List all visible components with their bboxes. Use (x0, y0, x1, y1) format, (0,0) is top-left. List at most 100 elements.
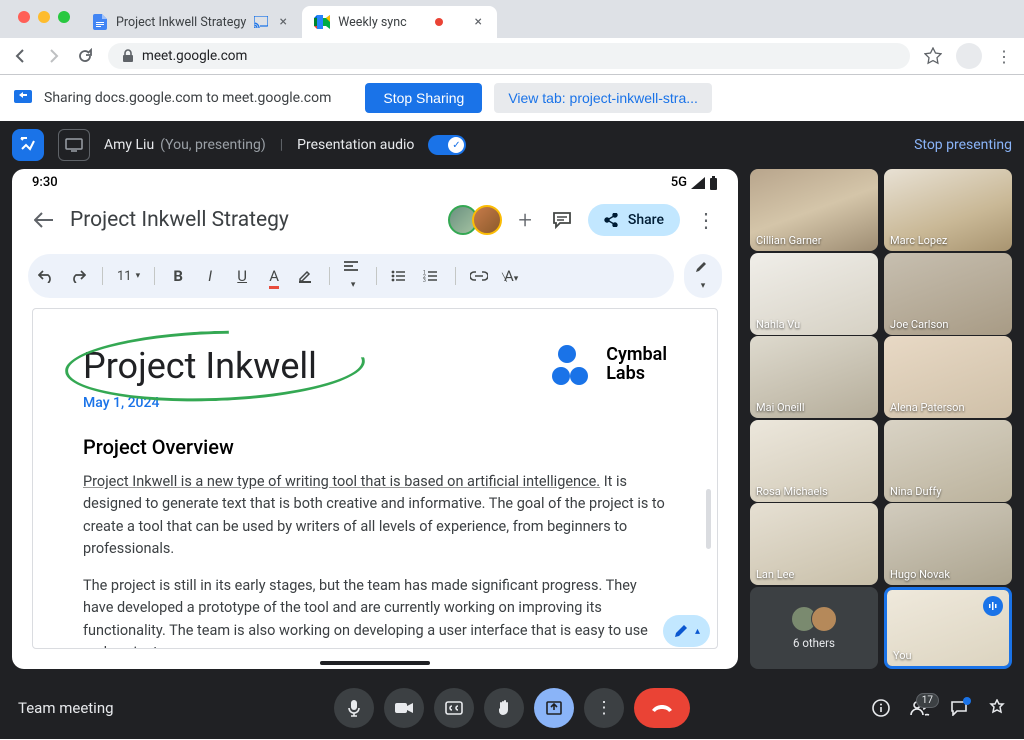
font-size-select[interactable]: 11▾ (117, 269, 140, 284)
forward-button[interactable] (44, 47, 62, 65)
recording-indicator (435, 18, 443, 26)
participant-tile[interactable]: Rosa Michaels (750, 420, 878, 502)
tab-strip: Project Inkwell Strategy × Weekly sync × (0, 0, 1024, 38)
people-button[interactable]: 17 (910, 700, 930, 716)
leave-call-button[interactable] (634, 688, 690, 728)
brand-mark (552, 345, 596, 385)
more-icon[interactable]: ⋮ (692, 204, 720, 236)
presenting-bar: Amy Liu (You, presenting) | Presentation… (0, 121, 1024, 169)
activities-button[interactable] (988, 699, 1006, 717)
add-icon[interactable]: + (514, 202, 536, 238)
participant-tile[interactable]: Joe Carlson (884, 253, 1012, 335)
tab-docs[interactable]: Project Inkwell Strategy × (80, 6, 302, 38)
separator (455, 267, 456, 285)
collaborator-avatar (472, 205, 502, 235)
url-field[interactable]: meet.google.com (108, 43, 910, 69)
toolbar-group-main: 11▾ B I U A ▾ 123 A╲▾ (28, 254, 674, 298)
presentation-audio-toggle[interactable] (428, 135, 466, 155)
underline-button[interactable]: U (233, 267, 251, 285)
back-button[interactable] (12, 47, 30, 65)
tab-meet[interactable]: Weekly sync × (302, 6, 497, 38)
participant-tile[interactable]: Lan Lee (750, 503, 878, 585)
close-tab[interactable]: × (276, 15, 290, 29)
more-participants-tile[interactable]: 6 others (750, 587, 878, 669)
stop-presenting-link[interactable]: Stop presenting (914, 137, 1012, 153)
back-icon[interactable] (30, 208, 58, 232)
doc-title[interactable]: Project Inkwell Strategy (70, 208, 436, 232)
meeting-main: 9:30 5G Project Inkwell Strategy + (0, 169, 1024, 677)
chat-button[interactable] (950, 700, 968, 716)
url-text: meet.google.com (142, 48, 247, 64)
participant-grid: Cillian Garner Marc Lopez Nahla Vu Joe C… (750, 169, 1012, 669)
page-date: May 1, 2024 (83, 395, 317, 411)
align-button[interactable]: ▾ (344, 261, 362, 291)
scroll-indicator (706, 489, 711, 549)
collaborators[interactable] (448, 205, 502, 235)
participant-tile[interactable]: Hugo Novak (884, 503, 1012, 585)
screen-icon[interactable] (58, 129, 90, 161)
link-button[interactable] (470, 271, 488, 281)
pen-button[interactable]: ▾ (694, 260, 712, 292)
participant-tile[interactable]: Alena Paterson (884, 336, 1012, 418)
camera-button[interactable] (384, 688, 424, 728)
doc-header: Project Inkwell Strategy + Share ⋮ (12, 192, 738, 248)
chrome-menu[interactable]: ⋮ (996, 47, 1012, 66)
comment-icon[interactable] (548, 207, 576, 233)
document-page[interactable]: Project Inkwell May 1, 2024 Cymbal Labs … (32, 308, 718, 649)
close-tab[interactable]: × (471, 15, 485, 29)
raise-hand-button[interactable] (484, 688, 524, 728)
view-tab-button[interactable]: View tab: project-inkwell-stra... (494, 83, 712, 113)
control-right: 17 (872, 699, 1006, 717)
clear-format-button[interactable]: A╲▾ (502, 267, 520, 285)
maximize-window[interactable] (58, 11, 70, 23)
mic-button[interactable] (334, 688, 374, 728)
presentation-icon[interactable] (12, 129, 44, 161)
bookmark-icon[interactable] (924, 47, 942, 65)
meet-app: Amy Liu (You, presenting) | Presentation… (0, 121, 1024, 739)
participant-tile[interactable]: Mai Oneill (750, 336, 878, 418)
edit-fab[interactable]: ▴ (663, 615, 710, 647)
window-controls (8, 11, 80, 23)
chat-unread-dot (963, 697, 971, 705)
numbered-list-button[interactable]: 123 (423, 270, 441, 282)
battery-icon (709, 176, 718, 190)
undo-button[interactable] (38, 269, 56, 283)
mobile-status-bar: 9:30 5G (12, 169, 738, 192)
status-signal: 5G (671, 175, 687, 190)
bold-button[interactable]: B (169, 267, 187, 285)
lock-icon (122, 49, 134, 63)
minimize-window[interactable] (38, 11, 50, 23)
tab-label: Project Inkwell Strategy (116, 15, 246, 30)
tab-label: Weekly sync (338, 15, 406, 30)
doc-toolbar: 11▾ B I U A ▾ 123 A╲▾ ▾ (12, 248, 738, 308)
participant-tile[interactable]: Cillian Garner (750, 169, 878, 251)
self-tile[interactable]: You (884, 587, 1012, 669)
present-button[interactable] (534, 688, 574, 728)
page-heading: Project Inkwell (83, 345, 317, 387)
presenter-name: Amy Liu (104, 137, 154, 153)
separator (329, 267, 330, 285)
italic-button[interactable]: I (201, 267, 219, 285)
signal-icon (691, 177, 705, 189)
presentation-surface: 9:30 5G Project Inkwell Strategy + (12, 169, 738, 669)
browser-chrome: Project Inkwell Strategy × Weekly sync ×… (0, 0, 1024, 75)
participant-tile[interactable]: Nahla Vu (750, 253, 878, 335)
share-button[interactable]: Share (588, 204, 680, 236)
highlight-button[interactable] (297, 268, 315, 284)
captions-button[interactable] (434, 688, 474, 728)
profile-avatar[interactable] (956, 43, 982, 69)
separator (376, 267, 377, 285)
control-center: ⋮ (334, 688, 690, 728)
separator (102, 267, 103, 285)
redo-button[interactable] (70, 269, 88, 283)
reload-button[interactable] (76, 47, 94, 65)
stop-sharing-button[interactable]: Stop Sharing (365, 83, 482, 113)
bullet-list-button[interactable] (391, 270, 409, 282)
participant-tile[interactable]: Nina Duffy (884, 420, 1012, 502)
info-button[interactable] (872, 699, 890, 717)
more-options-button[interactable]: ⋮ (584, 688, 624, 728)
text-color-button[interactable]: A (265, 267, 283, 285)
close-window[interactable] (18, 11, 30, 23)
paragraph: Project Inkwell is a new type of writing… (83, 471, 667, 561)
participant-tile[interactable]: Marc Lopez (884, 169, 1012, 251)
